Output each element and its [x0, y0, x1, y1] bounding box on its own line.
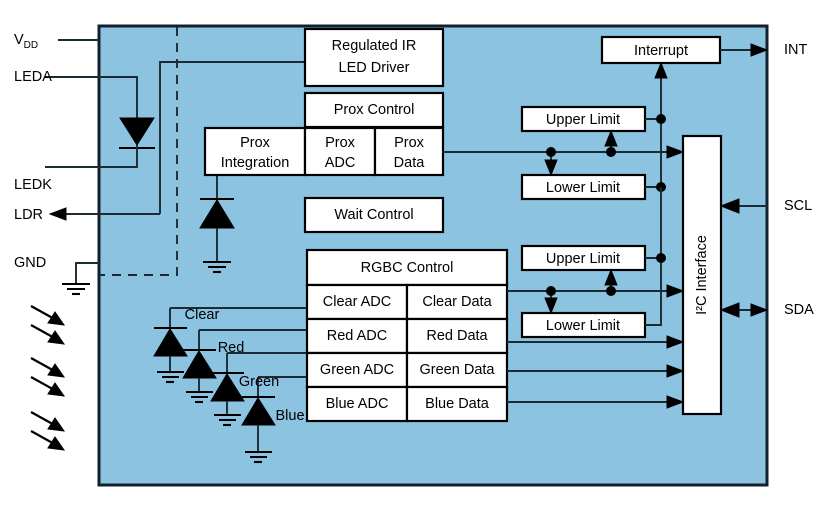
prox-integration-line2: Integration [221, 155, 290, 171]
junction-prox-upper [606, 147, 616, 157]
block-diagram-canvas: Clear Red Green Blue Regulated IR LED Dr… [0, 0, 824, 510]
pin-label-int: INT [784, 42, 808, 58]
wait-control-label: Wait Control [334, 207, 413, 223]
junction-upper-limit-rgbc-out [656, 253, 666, 263]
regulated-ir-led-driver-line1: Regulated IR [332, 38, 417, 54]
incident-light-arrows [30, 305, 66, 451]
pin-label-vdd: VDD [14, 32, 38, 51]
photodiode-label-clear: Clear [185, 307, 220, 323]
prox-adc-line2: ADC [325, 155, 356, 171]
prox-data-line2: Data [394, 155, 426, 171]
gnd-symbol-pin [62, 282, 90, 296]
junction-upper-limit-prox-out [656, 114, 666, 124]
blue-data-label: Blue Data [425, 396, 490, 412]
interrupt-label: Interrupt [634, 43, 688, 59]
upper-limit-prox-label: Upper Limit [546, 112, 620, 128]
photodiode-label-blue: Blue [275, 408, 304, 424]
regulated-ir-led-driver-line2: LED Driver [339, 60, 410, 76]
green-adc-label: Green ADC [320, 362, 394, 378]
prox-adc-line1: Prox [325, 135, 356, 151]
clear-adc-label: Clear ADC [323, 294, 392, 310]
photodiode-label-green: Green [239, 374, 279, 390]
lower-limit-prox-label: Lower Limit [546, 180, 620, 196]
red-data-label: Red Data [426, 328, 488, 344]
photodiode-label-red: Red [218, 340, 245, 356]
i2c-interface-label: I²C Interface [694, 235, 710, 315]
junction-rgbc-lower [546, 286, 556, 296]
blue-adc-label: Blue ADC [326, 396, 389, 412]
prox-integration-line1: Prox [240, 135, 271, 151]
wire-gnd [75, 262, 99, 284]
prox-data-line1: Prox [394, 135, 425, 151]
pin-label-leda: LEDA [14, 69, 52, 85]
pin-label-sda: SDA [784, 302, 814, 318]
prox-control-label: Prox Control [334, 102, 415, 118]
junction-rgbc-upper [606, 286, 616, 296]
red-adc-label: Red ADC [327, 328, 387, 344]
pin-label-ledk: LEDK [14, 177, 52, 193]
junction-prox-lower [546, 147, 556, 157]
ldr-arrowhead [48, 207, 67, 221]
green-data-label: Green Data [420, 362, 496, 378]
lower-limit-rgbc-label: Lower Limit [546, 318, 620, 334]
rgbc-control-label: RGBC Control [361, 260, 454, 276]
pin-label-ldr: LDR [14, 207, 43, 223]
pin-label-scl: SCL [784, 198, 812, 214]
pin-label-gnd: GND [14, 255, 46, 271]
clear-data-label: Clear Data [422, 294, 492, 310]
upper-limit-rgbc-label: Upper Limit [546, 251, 620, 267]
